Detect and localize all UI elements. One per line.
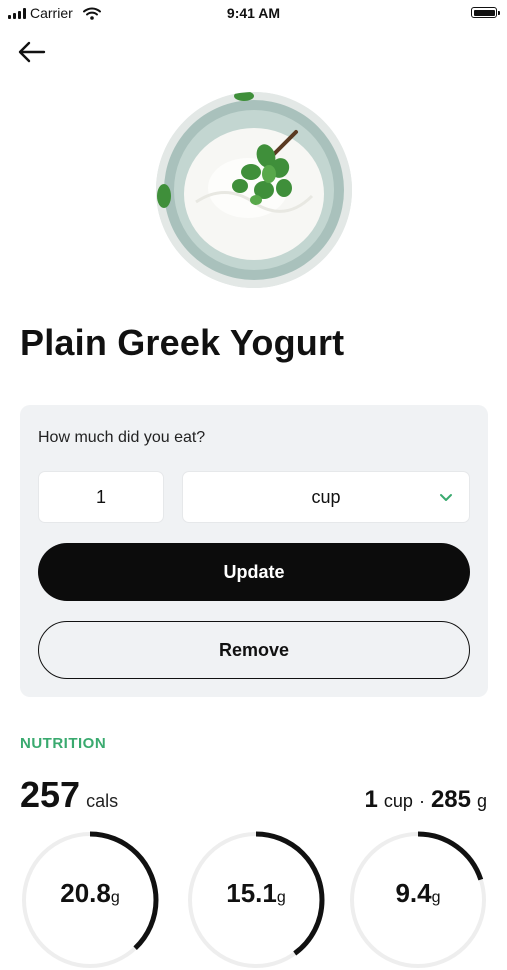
update-button[interactable]: Update xyxy=(38,543,470,601)
macro-value-2: 15.1g xyxy=(226,878,286,908)
food-image xyxy=(156,92,352,288)
serving-separator: · xyxy=(418,791,425,811)
quantity-value: 1 xyxy=(95,486,106,507)
macro-value-3: 9.4g xyxy=(395,878,441,908)
serving-weight: 285 xyxy=(430,786,471,813)
status-bar: Carrier 9:41 AM xyxy=(0,0,507,28)
macro-value-1: 20.8g xyxy=(60,878,120,908)
quantity-field[interactable]: 1 xyxy=(38,471,164,523)
macro-ring-1: 20.8g xyxy=(20,830,160,970)
calories-row: 257 cals xyxy=(20,774,118,816)
back-arrow-icon[interactable] xyxy=(16,38,48,66)
macro-ring-3: 9.4g xyxy=(348,830,488,970)
food-title: Plain Greek Yogurt xyxy=(20,322,345,363)
serving-weight-unit: g xyxy=(476,791,487,811)
portion-question: How much did you eat? xyxy=(38,429,206,446)
remove-button[interactable]: Remove xyxy=(38,621,470,679)
calories-value: 257 xyxy=(20,774,81,815)
battery-icon xyxy=(471,7,500,18)
unit-value: cup xyxy=(311,486,341,507)
unit-select[interactable]: cup xyxy=(182,471,470,523)
calories-unit: cals xyxy=(86,791,119,811)
chevron-down-icon xyxy=(440,494,452,501)
serving-qty: 1 xyxy=(364,786,378,813)
serving-info: 1 cup · 285 g xyxy=(365,786,487,814)
status-time: 9:41 AM xyxy=(226,5,281,21)
macro-ring-2: 15.1g xyxy=(186,830,326,970)
serving-unit: cup xyxy=(383,791,413,811)
portion-card: How much did you eat? 1 cup Update Remov… xyxy=(20,405,488,697)
nutrition-header: NUTRITION xyxy=(20,735,107,752)
